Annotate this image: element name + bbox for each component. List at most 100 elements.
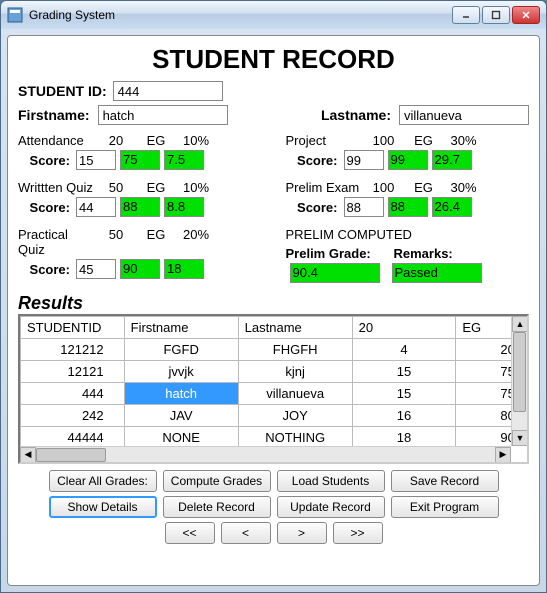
window: Grading System STUDENT RECORD STUDENT ID… xyxy=(0,0,547,593)
delete-record-button[interactable]: Delete Record xyxy=(163,496,271,518)
load-students-button[interactable]: Load Students xyxy=(277,470,385,492)
project-score-input[interactable] xyxy=(344,150,384,170)
vscroll-thumb[interactable] xyxy=(513,332,526,412)
eg-label: EG xyxy=(404,180,444,195)
results-title: Results xyxy=(18,293,529,314)
save-record-button[interactable]: Save Record xyxy=(391,470,499,492)
lastname-label: Lastname: xyxy=(321,107,391,123)
scroll-up-icon[interactable]: ▲ xyxy=(512,316,528,332)
student-id-label: STUDENT ID: xyxy=(18,83,107,99)
scroll-down-icon[interactable]: ▼ xyxy=(512,430,528,446)
cell-studentid: 242 xyxy=(21,405,125,427)
prelimexam-name: Prelim Exam xyxy=(286,180,364,195)
score-label: Score: xyxy=(18,153,70,168)
table-row[interactable]: 12121jvvjkkjnj1575 xyxy=(21,361,528,383)
written-eg-value: 88 xyxy=(120,197,160,217)
cell-20: 15 xyxy=(352,383,456,405)
titlebar[interactable]: Grading System xyxy=(1,1,546,29)
eg-label: EG xyxy=(136,227,176,242)
practical-block: Practical Quiz 50 EG 20% Score: 90 18 xyxy=(18,227,262,283)
prelimexam-score-input[interactable] xyxy=(344,197,384,217)
attendance-pct: 10% xyxy=(176,133,216,148)
project-block: Project 100 EG 30% Score: 99 29.7 xyxy=(286,133,530,170)
cell-20: 4 xyxy=(352,339,456,361)
eg-label: EG xyxy=(136,180,176,195)
prelimexam-comp-value: 26.4 xyxy=(432,197,472,217)
update-record-button[interactable]: Update Record xyxy=(277,496,385,518)
score-label: Score: xyxy=(18,200,70,215)
written-max: 50 xyxy=(96,180,136,195)
table-row[interactable]: 44444NONENOTHING1890 xyxy=(21,427,528,447)
firstname-input[interactable] xyxy=(98,105,228,125)
page-title: STUDENT RECORD xyxy=(18,44,529,75)
table-header-row: STUDENTID Firstname Lastname 20 EG xyxy=(21,317,528,339)
attendance-comp-value: 7.5 xyxy=(164,150,204,170)
written-score-input[interactable] xyxy=(76,197,116,217)
written-name: Writtten Quiz xyxy=(18,180,96,195)
prev-record-button[interactable]: < xyxy=(221,522,271,544)
cell-20: 18 xyxy=(352,427,456,447)
scroll-right-icon[interactable]: ▶ xyxy=(495,447,511,463)
cell-studentid: 44444 xyxy=(21,427,125,447)
cell-studentid: 121212 xyxy=(21,339,125,361)
first-record-button[interactable]: << xyxy=(165,522,215,544)
app-icon xyxy=(7,7,23,23)
cell-lastname: FHGFH xyxy=(238,339,352,361)
table-row[interactable]: 121212FGFDFHGFH420 xyxy=(21,339,528,361)
attendance-name: Attendance xyxy=(18,133,96,148)
eg-label: EG xyxy=(136,133,176,148)
clear-all-grades-button[interactable]: Clear All Grades: xyxy=(49,470,157,492)
maximize-button[interactable] xyxy=(482,6,510,24)
cell-firstname: FGFD xyxy=(124,339,238,361)
results-table[interactable]: STUDENTID Firstname Lastname 20 EG 12121… xyxy=(20,316,527,446)
col-20[interactable]: 20 xyxy=(352,317,456,339)
table-row[interactable]: 242JAVJOY1680 xyxy=(21,405,528,427)
student-id-input[interactable] xyxy=(113,81,223,101)
practical-score-input[interactable] xyxy=(76,259,116,279)
prelim-computed-block: PRELIM COMPUTED Prelim Grade: Remarks: 9… xyxy=(286,227,530,283)
prelimexam-pct: 30% xyxy=(444,180,484,195)
last-record-button[interactable]: >> xyxy=(333,522,383,544)
attendance-score-input[interactable] xyxy=(76,150,116,170)
vertical-scrollbar[interactable]: ▲ ▼ xyxy=(511,316,527,446)
cell-lastname: NOTHING xyxy=(238,427,352,447)
prelimexam-eg-value: 88 xyxy=(388,197,428,217)
remarks-value: Passed xyxy=(392,263,482,283)
next-record-button[interactable]: > xyxy=(277,522,327,544)
col-firstname[interactable]: Firstname xyxy=(124,317,238,339)
cell-firstname: jvvjk xyxy=(124,361,238,383)
score-label: Score: xyxy=(18,262,70,277)
close-button[interactable] xyxy=(512,6,540,24)
practical-name: Practical Quiz xyxy=(18,227,96,257)
written-block: Writtten Quiz 50 EG 10% Score: 88 8.8 xyxy=(18,180,262,217)
col-studentid[interactable]: STUDENTID xyxy=(21,317,125,339)
project-name: Project xyxy=(286,133,364,148)
results-table-wrap: STUDENTID Firstname Lastname 20 EG 12121… xyxy=(18,314,529,464)
table-row[interactable]: 444hatchvillanueva1575 xyxy=(21,383,528,405)
attendance-max: 20 xyxy=(96,133,136,148)
cell-20: 16 xyxy=(352,405,456,427)
scroll-left-icon[interactable]: ◀ xyxy=(20,447,36,463)
firstname-label: Firstname: xyxy=(18,107,90,123)
show-details-button[interactable]: Show Details xyxy=(49,496,157,518)
prelim-grade-label: Prelim Grade: xyxy=(286,246,394,261)
cell-lastname: kjnj xyxy=(238,361,352,383)
project-comp-value: 29.7 xyxy=(432,150,472,170)
project-max: 100 xyxy=(364,133,404,148)
horizontal-scrollbar[interactable]: ◀ ▶ xyxy=(20,446,511,462)
cell-firstname: JAV xyxy=(124,405,238,427)
col-lastname[interactable]: Lastname xyxy=(238,317,352,339)
hscroll-thumb[interactable] xyxy=(36,448,106,462)
minimize-button[interactable] xyxy=(452,6,480,24)
compute-grades-button[interactable]: Compute Grades xyxy=(163,470,271,492)
eg-label: EG xyxy=(404,133,444,148)
lastname-input[interactable] xyxy=(399,105,529,125)
exit-program-button[interactable]: Exit Program xyxy=(391,496,499,518)
prelim-computed-title: PRELIM COMPUTED xyxy=(286,227,530,242)
cell-lastname: JOY xyxy=(238,405,352,427)
written-pct: 10% xyxy=(176,180,216,195)
attendance-block: Attendance 20 EG 10% Score: 75 7.5 xyxy=(18,133,262,170)
project-pct: 30% xyxy=(444,133,484,148)
prelim-grade-value: 90.4 xyxy=(290,263,380,283)
prelimexam-max: 100 xyxy=(364,180,404,195)
